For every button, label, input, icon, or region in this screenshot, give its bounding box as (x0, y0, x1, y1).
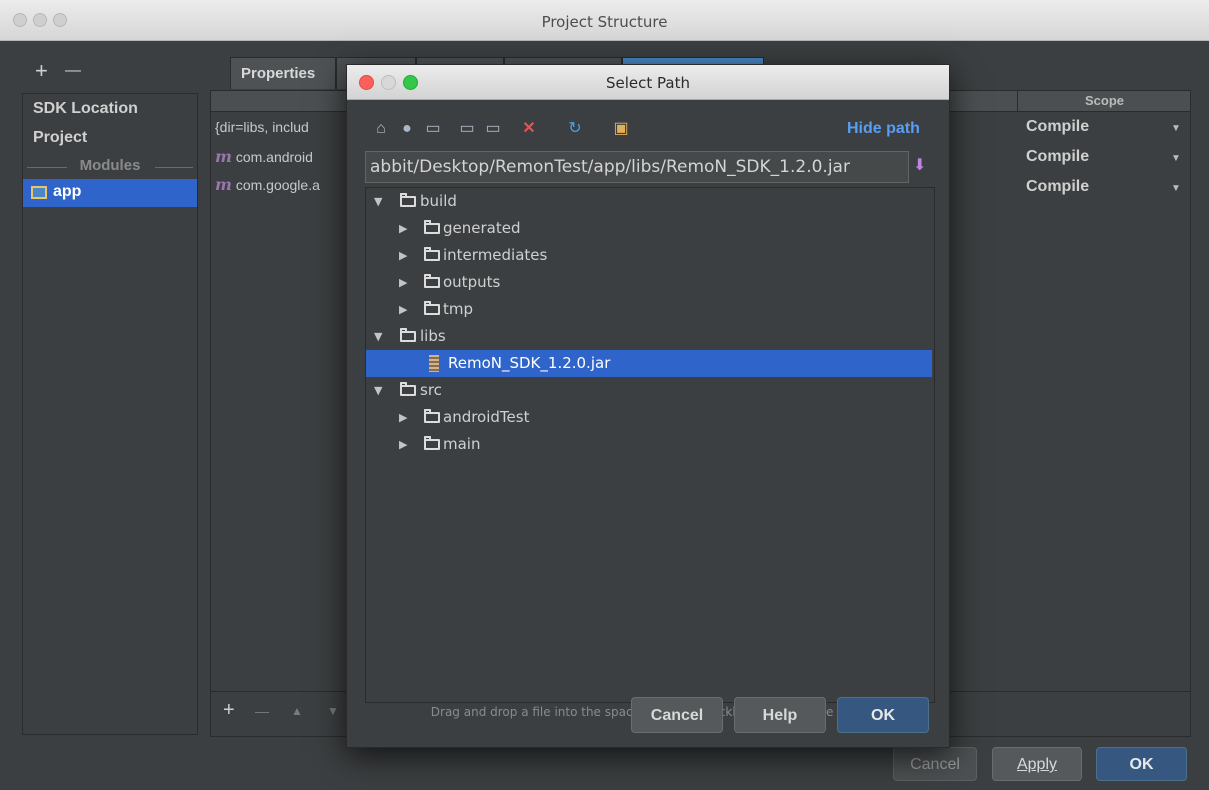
android-icon[interactable]: ● (397, 119, 417, 139)
chevron-down-icon[interactable]: ▼ (374, 188, 382, 215)
sidebar-item-sdk-location[interactable]: SDK Location (33, 100, 138, 118)
tab-properties[interactable]: Properties (230, 57, 336, 89)
maven-icon: m (215, 147, 232, 166)
divider (155, 167, 193, 168)
chevron-right-icon[interactable]: ▶ (399, 242, 407, 269)
tree-item-label: src (420, 381, 442, 399)
chevron-right-icon[interactable]: ▶ (399, 431, 407, 458)
chevron-down-icon[interactable]: ▼ (374, 377, 382, 404)
tree-item-main[interactable]: ▶ main (366, 431, 932, 458)
add-module-button[interactable]: + (35, 58, 48, 84)
show-hidden-icon[interactable]: ▣ (611, 119, 631, 139)
dialog-cancel-button[interactable]: Cancel (631, 697, 723, 733)
folder-icon (400, 328, 416, 342)
chevron-down-icon[interactable]: ▼ (1171, 123, 1181, 134)
table-row[interactable]: m com.google.a (215, 175, 320, 194)
tree-item-label: generated (443, 219, 521, 237)
tree-item-androidtest[interactable]: ▶ androidTest (366, 404, 932, 431)
cancel-button[interactable]: Cancel (893, 747, 977, 781)
modules-label: Modules (79, 157, 141, 174)
dependency-text: com.google.a (235, 177, 320, 193)
folder-icon (400, 193, 416, 207)
home-icon[interactable]: ⌂ (371, 119, 391, 139)
dialog-titlebar: Select Path (347, 65, 949, 100)
hide-path-link[interactable]: Hide path (847, 120, 920, 138)
history-dropdown-icon[interactable]: ⬇ (913, 155, 929, 177)
jar-file-icon (429, 355, 439, 372)
scope-select[interactable]: Compile (1026, 148, 1089, 166)
scope-select[interactable]: Compile (1026, 118, 1089, 136)
tree-item-label: main (443, 435, 481, 453)
dialog-title: Select Path (606, 74, 690, 92)
chevron-right-icon[interactable]: ▶ (399, 404, 407, 431)
tree-item-generated[interactable]: ▶ generated (366, 215, 932, 242)
tree-item-label: outputs (443, 273, 501, 291)
path-input[interactable]: abbit/Desktop/RemonTest/app/libs/RemoN_S… (365, 151, 909, 183)
module-icon (31, 186, 47, 199)
folder-icon (400, 382, 416, 396)
tree-item-label: intermediates (443, 246, 548, 264)
chevron-down-icon[interactable]: ▼ (1171, 153, 1181, 164)
tree-item-jar[interactable]: RemoN_SDK_1.2.0.jar (366, 350, 932, 377)
dialog-ok-button[interactable]: OK (837, 697, 929, 733)
delete-icon[interactable]: ✕ (519, 119, 539, 139)
tree-item-label: tmp (443, 300, 474, 318)
folder-icon (424, 274, 440, 288)
window-title: Project Structure (541, 13, 668, 31)
window-titlebar: Project Structure (0, 0, 1209, 41)
refresh-icon[interactable]: ↻ (565, 119, 585, 139)
module-icon[interactable]: ▭ (423, 119, 443, 139)
sidebar-item-label: app (53, 183, 82, 200)
move-down-button[interactable]: ▼ (327, 704, 339, 718)
tree-item-label: RemoN_SDK_1.2.0.jar (448, 354, 611, 372)
table-row[interactable]: {dir=libs, includ (215, 119, 309, 135)
move-up-button[interactable]: ▲ (291, 704, 303, 718)
new-folder-icon[interactable]: ▭ (457, 119, 477, 139)
tree-item-intermediates[interactable]: ▶ intermediates (366, 242, 932, 269)
dependency-text: com.android (235, 149, 313, 165)
chevron-right-icon[interactable]: ▶ (399, 296, 407, 323)
scope-column-header[interactable]: Scope (1017, 91, 1191, 111)
show-modules-icon[interactable]: ▭ (483, 119, 503, 139)
dependency-text: {dir=libs, includ (215, 119, 309, 135)
tree-item-label: androidTest (443, 408, 530, 426)
file-tree[interactable]: ▼ build ▶ generated ▶ intermediates ▶ ou… (365, 187, 935, 703)
scope-select[interactable]: Compile (1026, 178, 1089, 196)
select-path-dialog: Select Path ⌂ ● ▭ ▭ ▭ ✕ ↻ ▣ Hide path ab… (346, 64, 950, 748)
remove-dependency-button[interactable]: — (255, 703, 269, 719)
apply-button[interactable]: Apply (992, 747, 1082, 781)
chevron-down-icon[interactable]: ▼ (374, 323, 382, 350)
tree-item-src[interactable]: ▼ src (366, 377, 932, 404)
dialog-help-button[interactable]: Help (734, 697, 826, 733)
tree-item-label: build (420, 192, 457, 210)
tree-item-libs[interactable]: ▼ libs (366, 323, 932, 350)
tree-item-label: libs (420, 327, 446, 345)
module-list: SDK Location Project Modules app (22, 93, 198, 735)
folder-icon (424, 436, 440, 450)
remove-module-button[interactable]: — (65, 62, 81, 80)
tree-item-outputs[interactable]: ▶ outputs (366, 269, 932, 296)
sidebar-item-project[interactable]: Project (33, 129, 87, 147)
chevron-right-icon[interactable]: ▶ (399, 269, 407, 296)
tree-item-tmp[interactable]: ▶ tmp (366, 296, 932, 323)
chevron-right-icon[interactable]: ▶ (399, 215, 407, 242)
maven-icon: m (215, 175, 232, 194)
folder-icon (424, 247, 440, 261)
add-dependency-button[interactable]: + (223, 699, 235, 722)
tree-item-build[interactable]: ▼ build (366, 188, 932, 215)
sidebar-item-app[interactable]: app (23, 179, 197, 207)
chevron-down-icon[interactable]: ▼ (1171, 183, 1181, 194)
folder-icon (424, 220, 440, 234)
table-row[interactable]: m com.android (215, 147, 313, 166)
folder-icon (424, 301, 440, 315)
folder-icon (424, 409, 440, 423)
ok-button[interactable]: OK (1096, 747, 1187, 781)
